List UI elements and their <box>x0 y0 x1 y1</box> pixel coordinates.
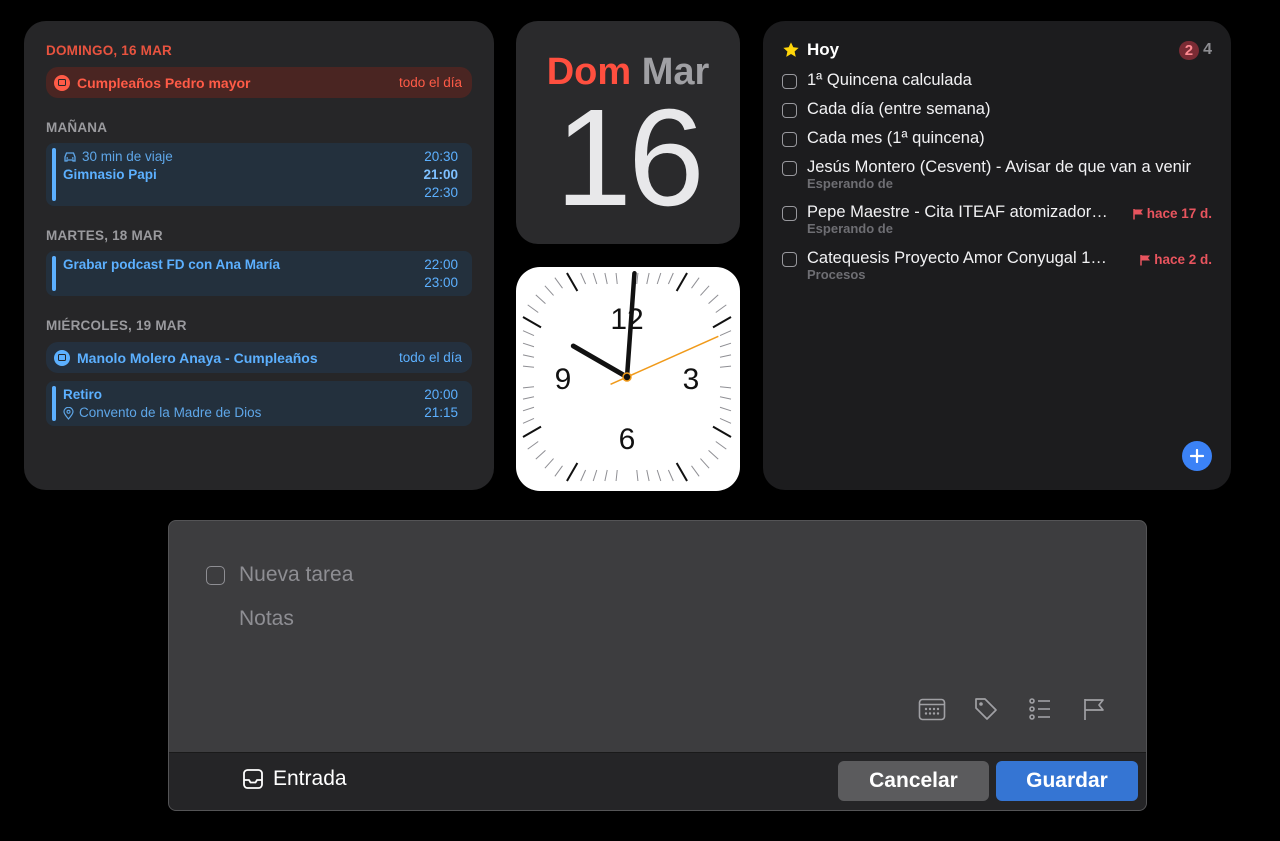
clock-widget[interactable]: 12 3 6 9 <box>516 267 740 491</box>
calendar-widget[interactable]: DOMINGO, 16 MAR Cumpleaños Pedro mayor t… <box>24 21 494 490</box>
numeral-9: 9 <box>555 363 572 396</box>
tags-button[interactable] <box>972 695 1000 723</box>
reminder-item[interactable]: Jesús Montero (Cesvent) - Avisar de que … <box>782 158 1212 191</box>
add-reminder-button[interactable] <box>1182 441 1212 471</box>
location-pin-icon <box>63 406 74 420</box>
event-title: Grabar podcast FD con Ana María <box>63 257 281 272</box>
reminder-text: Cada mes (1ª quincena) <box>807 129 985 147</box>
reminder-text: 1ª Quincena calculada <box>807 71 972 89</box>
reminder-text: Cada día (entre semana) <box>807 100 991 118</box>
event-end: 21:15 <box>424 405 458 420</box>
reminder-text: Pepe Maestre - Cita ITEAF atomizador… <box>807 203 1108 221</box>
date-widget[interactable]: Dom Mar 16 <box>516 21 740 244</box>
save-button[interactable]: Guardar <box>996 761 1138 801</box>
deadline-button[interactable] <box>1080 695 1108 723</box>
reminder-due: hace 17 d. <box>1146 206 1212 221</box>
event-end: 23:00 <box>424 275 458 290</box>
task-title-input[interactable] <box>239 563 839 587</box>
reminder-due: hace 2 d. <box>1154 252 1212 267</box>
inbox-label: Entrada <box>273 767 347 790</box>
event-title: Cumpleaños Pedro mayor <box>77 74 251 91</box>
calendar-icon <box>54 349 70 366</box>
reminder-item[interactable]: Cada día (entre semana) <box>782 100 1212 119</box>
reminder-list: Esperando de <box>807 221 893 236</box>
reminder-list: Procesos <box>807 267 866 282</box>
notes-input[interactable] <box>239 607 839 631</box>
event-time: todo el día <box>398 75 462 90</box>
reminder-checkbox[interactable] <box>782 74 797 89</box>
event-end: 22:30 <box>424 185 458 200</box>
total-count: 4 <box>1203 41 1212 58</box>
event-allday-birthday-manolo[interactable]: Manolo Molero Anaya - Cumpleaños todo el… <box>46 342 472 373</box>
reminder-item[interactable]: Cada mes (1ª quincena) <box>782 129 1212 148</box>
event-start: 21:00 <box>423 167 458 182</box>
event-start: 22:00 <box>424 257 458 272</box>
wednesday-header: MIÉRCOLES, 19 MAR <box>46 318 187 333</box>
task-checkbox[interactable] <box>206 565 225 585</box>
event-allday-birthday-pedro[interactable]: Cumpleaños Pedro mayor todo el día <box>46 67 472 98</box>
reminder-checkbox[interactable] <box>782 161 797 176</box>
reminder-text: Catequesis Proyecto Amor Conyugal 1… <box>807 249 1107 267</box>
schedule-button[interactable] <box>918 695 946 723</box>
flag-icon <box>1140 254 1151 265</box>
quick-entry-footer: Entrada Cancelar Guardar <box>169 752 1146 810</box>
calendar-icon <box>54 74 70 91</box>
event-time: todo el día <box>398 350 462 365</box>
reminder-list: Esperando de <box>807 176 893 191</box>
numeral-3: 3 <box>683 363 700 396</box>
flag-icon <box>1132 208 1143 219</box>
travel-time-label: 30 min de viaje <box>82 149 173 164</box>
numeral-12: 12 <box>610 303 643 336</box>
event-title: Gimnasio Papi <box>63 167 157 182</box>
overdue-count-badge: 2 <box>1178 40 1200 60</box>
checklist-button[interactable] <box>1026 695 1054 723</box>
inbox-selector[interactable]: Entrada <box>242 767 347 791</box>
tuesday-header: MARTES, 18 MAR <box>46 228 163 243</box>
event-gimnasio[interactable]: 30 min de viaje 20:30 Gimnasio Papi 21:0… <box>46 143 472 206</box>
car-icon <box>64 152 76 162</box>
cancel-button[interactable]: Cancelar <box>838 761 989 801</box>
checklist-icon <box>1029 698 1050 720</box>
day-number: 16 <box>555 81 705 235</box>
numeral-6: 6 <box>619 423 636 456</box>
event-title: Manolo Molero Anaya - Cumpleaños <box>77 349 318 366</box>
clock-face: 12 3 6 9 <box>516 267 740 491</box>
clock-center <box>622 372 632 382</box>
reminder-item[interactable]: Pepe Maestre - Cita ITEAF atomizador… Es… <box>782 203 1212 236</box>
reminder-item[interactable]: 1ª Quincena calculada <box>782 71 1212 90</box>
event-title: Retiro <box>63 387 103 402</box>
plus-icon <box>1190 449 1204 463</box>
event-start: 20:00 <box>424 387 458 402</box>
tomorrow-header: MAÑANA <box>46 120 108 135</box>
flag-icon <box>1084 699 1104 720</box>
reminder-item[interactable]: Catequesis Proyecto Amor Conyugal 1… Pro… <box>782 249 1212 282</box>
reminder-checkbox[interactable] <box>782 103 797 118</box>
reminder-checkbox[interactable] <box>782 132 797 147</box>
toolbar <box>918 695 1108 723</box>
quick-entry-panel: Entrada Cancelar Guardar <box>168 520 1147 811</box>
event-retiro[interactable]: Retiro 20:00 Convento de la Madre de Dio… <box>46 381 472 426</box>
event-podcast[interactable]: Grabar podcast FD con Ana María 22:00 23… <box>46 251 472 296</box>
inbox-icon <box>243 769 263 789</box>
reminders-widget[interactable]: Hoy 2 4 1ª Quincena calculada Cada día (… <box>763 21 1231 490</box>
today-header: DOMINGO, 16 MAR <box>46 43 173 58</box>
reminder-checkbox[interactable] <box>782 252 797 267</box>
list-title: Hoy <box>807 40 840 59</box>
reminder-text: Jesús Montero (Cesvent) - Avisar de que … <box>807 158 1191 176</box>
star-icon <box>783 42 799 57</box>
tag-icon <box>975 698 997 720</box>
event-location: Convento de la Madre de Dios <box>79 405 262 420</box>
travel-start: 20:30 <box>424 149 458 164</box>
calendar-icon <box>918 698 946 721</box>
reminder-checkbox[interactable] <box>782 206 797 221</box>
